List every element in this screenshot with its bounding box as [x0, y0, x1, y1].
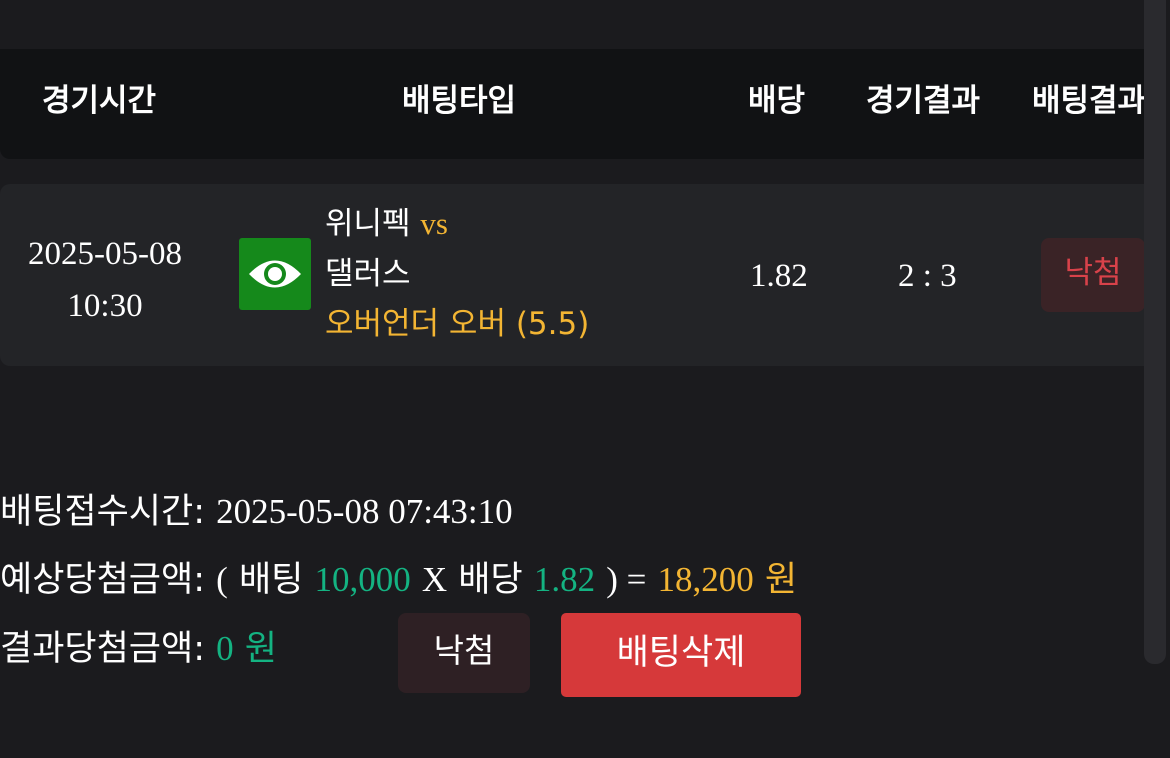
- close-equals: ) =: [606, 560, 647, 599]
- table-header: 경기시간 배팅타입 배당 경기결과 배팅결과: [0, 49, 1160, 159]
- vs-label: vs: [420, 206, 448, 241]
- home-team: 위니펙: [325, 206, 411, 242]
- away-team: 댈러스: [325, 256, 411, 292]
- match-date: 2025-05-08: [28, 236, 182, 272]
- header-odds: 배당: [748, 83, 806, 119]
- result-won: 원: [244, 629, 277, 669]
- eye-icon-graphic: [249, 260, 301, 288]
- expected-won: 원: [764, 560, 798, 600]
- bet-result-badge: 낙첨: [1041, 238, 1145, 312]
- result-label: 결과당첨금액:: [0, 629, 205, 669]
- open-paren: (: [216, 560, 228, 599]
- times-sign: X: [421, 560, 448, 599]
- delete-bet-button[interactable]: 배팅삭제: [561, 613, 801, 697]
- match-score: 2 : 3: [898, 258, 957, 294]
- bet-type: 오버언더 오버 (5.5): [325, 306, 590, 342]
- scrollbar[interactable]: [1144, 0, 1166, 664]
- received-label: 배팅접수시간:: [0, 492, 205, 532]
- header-bet-type: 배팅타입: [402, 83, 517, 119]
- odds-value: 1.82: [750, 258, 808, 294]
- match-time-cell: 2025-05-08 10:30: [0, 228, 210, 332]
- expected-payout-line: 예상당첨금액: ( 배팅 10,000 X 배당 1.82 ) = 18,200…: [0, 555, 797, 605]
- lose-status-button[interactable]: 낙첨: [398, 613, 530, 693]
- received-value: 2025-05-08 07:43:10: [216, 492, 513, 531]
- eye-icon[interactable]: [239, 238, 311, 310]
- table-row: 2025-05-08 10:30 위니펙 vs 댈러스 오버언더 오버 (5.5…: [0, 184, 1162, 366]
- odds-word: 배당: [458, 560, 523, 600]
- expected-amount: 18,200: [657, 560, 754, 599]
- header-match-result: 경기결과: [866, 83, 981, 119]
- summary-odds: 1.82: [533, 560, 596, 599]
- expected-label: 예상당첨금액:: [0, 560, 205, 600]
- header-bet-result: 배팅결과: [1032, 83, 1147, 119]
- header-match-time: 경기시간: [42, 83, 157, 119]
- received-time-line: 배팅접수시간: 2025-05-08 07:43:10: [0, 487, 513, 537]
- bet-amount: 10,000: [314, 560, 411, 599]
- matchup: 위니펙 vs 댈러스 오버언더 오버 (5.5): [325, 199, 589, 349]
- result-amount: 0: [216, 629, 234, 668]
- match-time: 10:30: [67, 288, 143, 324]
- result-payout-line: 결과당첨금액: 0 원: [0, 624, 277, 674]
- bet-word: 배팅: [238, 560, 304, 600]
